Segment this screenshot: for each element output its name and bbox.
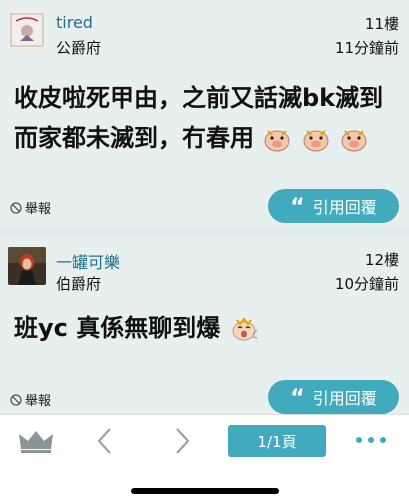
- report-label: 舉報: [25, 202, 52, 217]
- post-time: 10分鐘前: [334, 275, 399, 293]
- post-content: 班yc 真係無聊到爆: [14, 308, 399, 348]
- user-rank: 伯爵府: [56, 275, 102, 293]
- avatar[interactable]: [8, 11, 46, 49]
- username[interactable]: tired: [56, 13, 93, 32]
- bottom-toolbar: 1/1頁: [0, 414, 409, 500]
- chevron-left-icon[interactable]: [95, 425, 115, 457]
- dot: [368, 437, 374, 443]
- prohibit-icon: [10, 201, 22, 214]
- quote-icon: “: [290, 386, 305, 411]
- post-text: 班yc 真係無聊到爆: [14, 314, 221, 342]
- home-indicator: [131, 488, 279, 494]
- post-content: 收皮啦死甲由，之前又話滅bk滅到而家都未滅到，冇春用: [14, 78, 399, 158]
- quote-icon: “: [290, 195, 305, 220]
- quote-reply-label: 引用回覆: [312, 389, 377, 408]
- prohibit-icon: [10, 393, 22, 406]
- quote-reply-button[interactable]: “ 引用回覆: [268, 189, 399, 223]
- quote-reply-label: 引用回覆: [312, 198, 377, 217]
- report-button[interactable]: 舉報: [10, 390, 51, 409]
- pig-emoji: [341, 130, 367, 152]
- yawn-emoji: [232, 317, 258, 341]
- pig-emoji: [303, 130, 329, 152]
- thread-list[interactable]: tired 公爵府 11樓 11分鐘前 收皮啦死甲由，之前又話滅bk滅到而家都未…: [0, 0, 409, 414]
- chevron-right-icon[interactable]: [172, 425, 192, 457]
- user-rank: 公爵府: [56, 39, 102, 57]
- quote-reply-button[interactable]: “ 引用回覆: [268, 380, 399, 414]
- post-header: 一罐可樂 伯爵府 12樓 10分鐘前: [0, 236, 409, 293]
- floor-number: 12樓: [364, 251, 399, 269]
- avatar[interactable]: [8, 247, 46, 285]
- crown-icon[interactable]: [18, 429, 54, 453]
- post-time: 11分鐘前: [334, 39, 399, 57]
- dot: [356, 437, 362, 443]
- pig-emoji: [264, 130, 290, 152]
- post-header: tired 公爵府 11樓 11分鐘前: [0, 0, 409, 57]
- report-button[interactable]: 舉報: [10, 198, 51, 217]
- page-selector[interactable]: 1/1頁: [228, 425, 326, 457]
- post-floor-11: tired 公爵府 11樓 11分鐘前 收皮啦死甲由，之前又話滅bk滅到而家都未…: [0, 0, 409, 228]
- more-icon[interactable]: [356, 429, 386, 451]
- floor-number: 11樓: [364, 15, 399, 33]
- dot: [380, 437, 386, 443]
- report-label: 舉報: [25, 394, 52, 409]
- username[interactable]: 一罐可樂: [56, 249, 120, 273]
